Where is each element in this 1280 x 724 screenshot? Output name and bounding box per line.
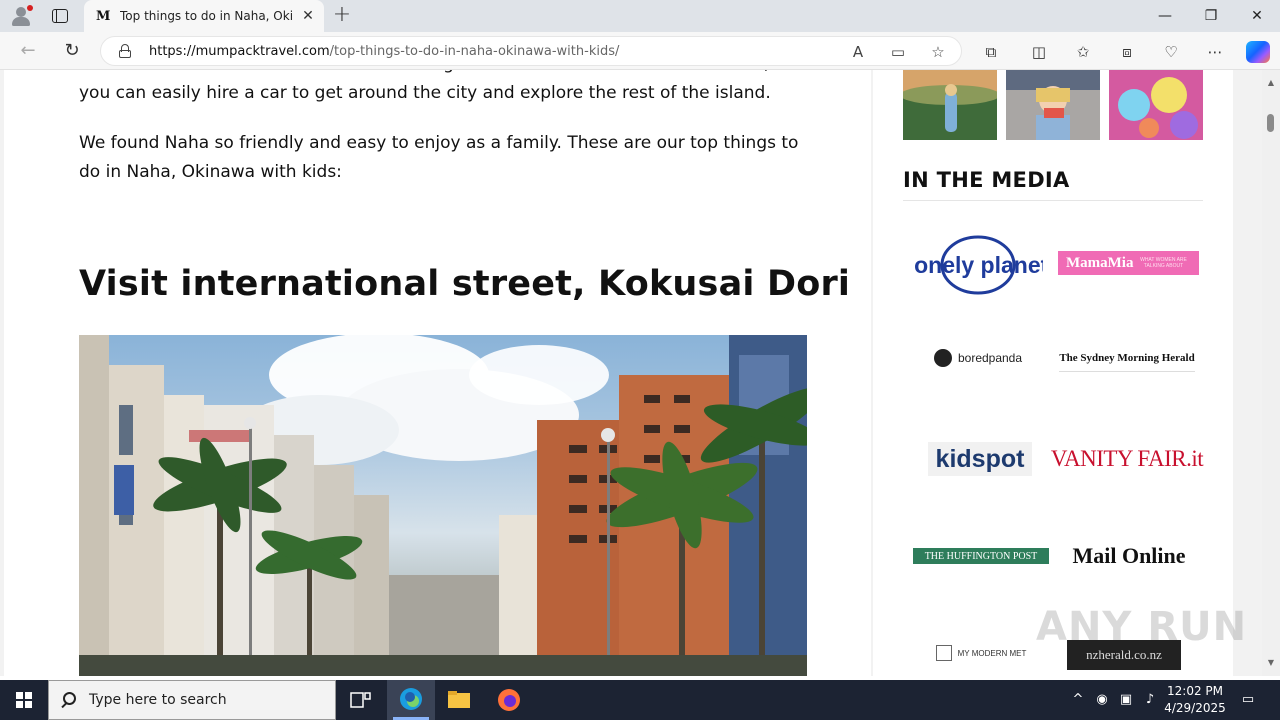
search-placeholder: Type here to search <box>89 692 227 708</box>
favorite-star-icon[interactable]: ☆ <box>927 41 949 63</box>
web-page: which is Naha's hub. Some of the best th… <box>0 70 1262 676</box>
workspaces-icon[interactable] <box>50 7 70 25</box>
huffington-post-text: THE HUFFINGTON POST <box>924 550 1038 562</box>
boredpanda-text: boredpanda <box>957 351 1023 365</box>
site-favicon-icon: M <box>96 9 110 24</box>
task-view-icon[interactable] <box>336 680 384 720</box>
scroll-up-icon[interactable]: ▲ <box>1266 78 1276 88</box>
immersive-reader-icon[interactable]: ▭ <box>887 41 909 63</box>
taskbar-search-input[interactable]: Type here to search <box>48 680 336 720</box>
sidebar: IN THE MEDIA lonely planet MamaMia WHAT … <box>873 70 1233 676</box>
mamamia-logo[interactable]: MamaMia WHAT WOMEN ARE TALKING ABOUT <box>1058 251 1199 275</box>
lock-icon[interactable] <box>119 44 131 58</box>
split-screen-icon[interactable]: ◫ <box>1028 41 1050 63</box>
anyrun-watermark: ANY RUN <box>1036 604 1248 650</box>
instagram-thumbnail[interactable] <box>1006 70 1100 140</box>
section-heading: Visit international street, Kokusai Dori <box>79 264 851 304</box>
file-explorer-icon[interactable] <box>435 680 483 720</box>
favorites-icon[interactable]: ✩ <box>1072 41 1094 63</box>
mamamia-tagline: WHAT WOMEN ARE TALKING ABOUT <box>1140 257 1187 269</box>
edge-taskbar-icon[interactable] <box>387 680 435 720</box>
vanity-fair-logo[interactable]: VANITY FAIR.it <box>1051 442 1204 476</box>
page-scrollbar[interactable]: ▲ ▼ <box>1262 70 1280 676</box>
copilot-icon[interactable] <box>1246 41 1270 63</box>
clock-time: 12:02 PM <box>1167 684 1223 698</box>
refresh-icon[interactable]: ↻ <box>58 38 86 64</box>
taskbar-clock[interactable]: 12:02 PM 4/29/2025 <box>1162 683 1228 717</box>
mamamia-text: MamaMia <box>1066 254 1134 271</box>
smh-logo[interactable]: The Sydney Morning Herald <box>1059 344 1195 372</box>
divider <box>903 200 1203 201</box>
browser-essentials-icon[interactable]: ♡ <box>1160 41 1182 63</box>
windows-start-icon[interactable] <box>0 680 48 720</box>
browser-tab-bar: M Top things to do in Naha, Okinawa with… <box>0 0 1280 32</box>
firefox-icon[interactable] <box>485 680 533 720</box>
scrollbar-thumb[interactable] <box>1267 114 1274 132</box>
close-tab-icon[interactable]: ✕ <box>298 6 318 26</box>
back-arrow-icon[interactable]: ← <box>14 38 42 64</box>
article-paragraph: which is Naha's hub. Some of the best th… <box>79 70 792 103</box>
kidspot-logo[interactable]: kidspot <box>928 442 1032 476</box>
article-paragraph: We found Naha so friendly and easy to en… <box>79 133 799 182</box>
lonely-planet-text: lonely planet <box>913 252 1043 278</box>
close-window-button[interactable]: ✕ <box>1234 0 1280 32</box>
address-toolbar: ← ↻ https://mumpacktravel.com/top-things… <box>0 32 1280 70</box>
extensions-icon[interactable]: ⧉ <box>980 41 1002 63</box>
collections-icon[interactable]: ⧈ <box>1116 41 1138 63</box>
security-tray-icon[interactable]: ◉ <box>1092 690 1112 710</box>
kidspot-text: kidspot <box>935 444 1025 473</box>
my-modern-met-text: MY MODERN MET <box>957 648 1027 658</box>
smh-text: The Sydney Morning Herald <box>1059 351 1195 364</box>
notifications-icon[interactable]: ▭ <box>1238 690 1258 710</box>
my-modern-met-logo[interactable]: MY MODERN MET <box>923 640 1039 666</box>
huffington-post-logo[interactable]: THE HUFFINGTON POST <box>913 548 1049 564</box>
instagram-thumbnail[interactable] <box>1109 70 1203 140</box>
minimize-button[interactable]: — <box>1142 0 1188 32</box>
tab-title: Top things to do in Naha, Okinawa with k… <box>120 9 292 23</box>
profile-avatar-icon[interactable] <box>10 5 33 27</box>
browser-tab-active[interactable]: M Top things to do in Naha, Okinawa with… <box>84 0 324 32</box>
article-main: which is Naha's hub. Some of the best th… <box>4 70 871 676</box>
mail-online-text: Mail Online <box>1072 543 1186 568</box>
vanity-fair-text: VANITY FAIR.it <box>1050 446 1204 471</box>
read-aloud-icon[interactable]: A <box>847 41 869 63</box>
boredpanda-logo[interactable]: boredpanda <box>923 344 1033 372</box>
new-tab-button[interactable]: + <box>330 4 354 28</box>
more-options-icon[interactable]: ⋯ <box>1204 41 1226 63</box>
restore-button[interactable]: ❐ <box>1188 0 1234 32</box>
network-icon[interactable]: ▣ <box>1116 690 1136 710</box>
building-icon <box>935 645 952 661</box>
panda-icon <box>933 349 952 367</box>
media-heading: IN THE MEDIA <box>903 168 1070 192</box>
url-field[interactable]: https://mumpacktravel.com/top-things-to-… <box>100 36 962 66</box>
instagram-thumbnail[interactable] <box>903 70 997 140</box>
lonely-planet-logo[interactable]: lonely planet <box>913 230 1043 300</box>
scroll-down-icon[interactable]: ▼ <box>1266 658 1276 668</box>
url-text[interactable]: https://mumpacktravel.com/top-things-to-… <box>149 44 619 59</box>
windows-taskbar: Type here to search ^ ◉ ▣ ♪ 12:02 PM 4/2… <box>0 680 1280 720</box>
mail-online-logo[interactable]: Mail Online <box>1059 540 1199 572</box>
kokusai-dori-photo <box>79 335 807 676</box>
volume-icon[interactable]: ♪ <box>1140 690 1160 710</box>
show-hidden-icons-icon[interactable]: ^ <box>1068 690 1088 710</box>
clock-date: 4/29/2025 <box>1164 701 1226 715</box>
